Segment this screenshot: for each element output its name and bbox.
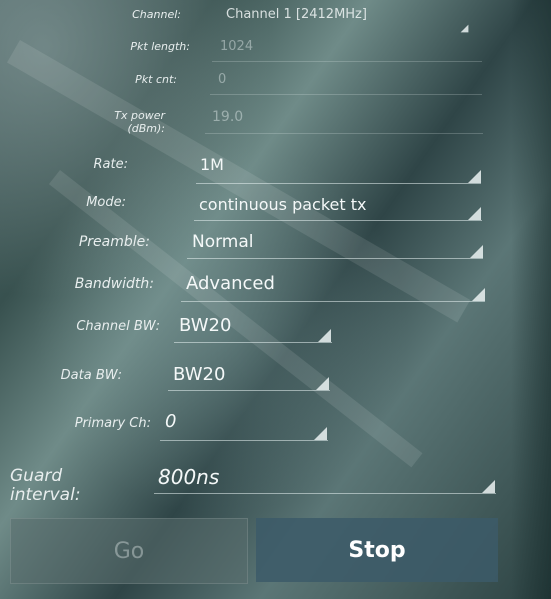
primary-ch-underline (160, 440, 328, 441)
tx-power-label-line1: Tx power (114, 109, 165, 122)
guard-interval-label: Guard interval: (10, 467, 81, 505)
mode-dropdown-icon (468, 207, 481, 220)
data-bw-label: Data BW: (60, 368, 122, 383)
rate-dropdown-icon (468, 170, 481, 183)
guard-interval-select[interactable]: 800ns (158, 465, 219, 489)
pkt-length-input[interactable]: 1024 (220, 39, 253, 54)
data-bw-underline (168, 390, 330, 391)
primary-ch-select[interactable]: 0 (165, 411, 176, 432)
preamble-dropdown-icon (470, 245, 483, 258)
channel-select[interactable]: Channel 1 [2412MHz] (226, 7, 367, 22)
channel-bw-underline (174, 342, 332, 343)
mode-select[interactable]: continuous packet tx (199, 195, 366, 214)
device-frame-edge (511, 0, 551, 599)
preamble-underline (187, 258, 483, 259)
channel-dropdown-icon (460, 24, 469, 33)
rate-underline (196, 183, 481, 184)
bandwidth-label: Bandwidth: (74, 276, 154, 292)
rate-label: Rate: (93, 157, 128, 172)
bandwidth-underline (181, 301, 485, 302)
go-button[interactable]: Go (10, 518, 248, 584)
data-bw-dropdown-icon (316, 377, 329, 390)
guard-interval-label-line1: Guard (10, 466, 63, 486)
rate-select[interactable]: 1M (200, 155, 224, 174)
pkt-cnt-underline (210, 94, 482, 95)
bandwidth-dropdown-icon (472, 288, 485, 301)
preamble-label: Preamble: (78, 234, 150, 250)
pkt-length-label: Pkt length: (130, 40, 190, 53)
mode-label: Mode: (86, 195, 126, 210)
channel-label: Channel: (132, 8, 181, 21)
tx-power-label-line2: (dBm): (127, 122, 165, 135)
channel-bw-label: Channel BW: (76, 319, 160, 334)
tx-power-underline (205, 133, 483, 134)
guard-interval-underline (154, 493, 496, 494)
tx-power-label: Tx power (dBm): (114, 109, 165, 135)
pkt-cnt-input[interactable]: 0 (218, 72, 226, 87)
guard-interval-dropdown-icon (482, 480, 495, 493)
channel-bw-dropdown-icon (318, 329, 331, 342)
primary-ch-label: Primary Ch: (74, 416, 151, 431)
primary-ch-dropdown-icon (314, 427, 327, 440)
bandwidth-select[interactable]: Advanced (186, 273, 275, 294)
pkt-cnt-label: Pkt cnt: (135, 73, 177, 86)
guard-interval-label-line2: interval: (10, 485, 81, 505)
preamble-select[interactable]: Normal (192, 232, 254, 252)
tx-power-input[interactable]: 19.0 (212, 109, 243, 125)
data-bw-select[interactable]: BW20 (173, 364, 225, 385)
pkt-length-underline (212, 61, 482, 62)
stop-button[interactable]: Stop (256, 518, 498, 582)
channel-bw-select[interactable]: BW20 (179, 315, 231, 336)
mode-underline (194, 220, 482, 221)
